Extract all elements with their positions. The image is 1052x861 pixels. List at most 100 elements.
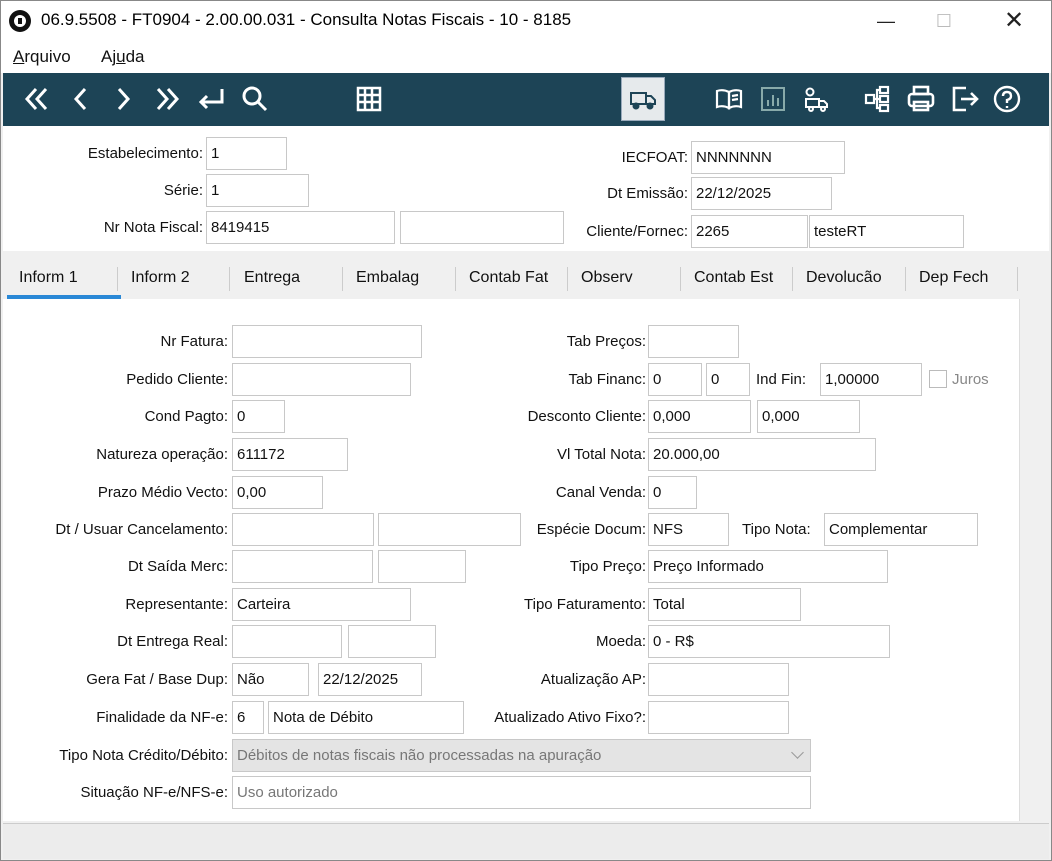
serie-field[interactable]: 1: [206, 174, 309, 207]
tab-precos-label: Tab Preços:: [566, 333, 646, 350]
tab-contab-fat[interactable]: Contab Fat: [469, 269, 548, 287]
tab-inform-1[interactable]: Inform 1: [19, 269, 78, 287]
exit-icon: [952, 86, 979, 112]
repres-field[interactable]: Carteira: [232, 588, 411, 621]
report-button[interactable]: [755, 81, 791, 117]
delivery-button[interactable]: [621, 77, 665, 121]
nr-fatura-field[interactable]: [232, 325, 422, 358]
cancel-user-field[interactable]: [378, 513, 521, 546]
situacao-label: Situação NF-e/NFS-e:: [80, 784, 228, 801]
moeda-field[interactable]: 0 - R$: [648, 625, 890, 658]
search-icon: [242, 86, 268, 112]
tipo-nota-label: Tipo Nota:: [742, 521, 811, 538]
especie-field[interactable]: NFS: [648, 513, 729, 546]
return-arrow-icon: [198, 89, 224, 110]
manual-button[interactable]: [711, 81, 747, 117]
tab-separator: [229, 267, 230, 291]
dt-emissao-field[interactable]: 22/12/2025: [691, 177, 832, 210]
tipo-preco-label: Tipo Preço:: [569, 558, 646, 575]
tab-financ-label: Tab Financ:: [568, 371, 646, 388]
cond-field[interactable]: 0: [232, 400, 285, 433]
tipo-nota-field[interactable]: Complementar: [824, 513, 978, 546]
previous-record-button[interactable]: [63, 81, 99, 117]
tab-devolucao[interactable]: Devolucão: [806, 269, 882, 287]
pedido-label: Pedido Cliente:: [126, 371, 228, 388]
canal-label: Canal Venda:: [555, 484, 646, 501]
atual-ativo-label: Atualizado Ativo Fixo?:: [494, 709, 646, 726]
desconto-field-2[interactable]: 0,000: [757, 400, 860, 433]
tab-entrega[interactable]: Entrega: [244, 269, 300, 287]
ind-fin-field[interactable]: 1,00000: [820, 363, 922, 396]
prazo-label: Prazo Médio Vecto:: [97, 484, 228, 501]
hierarchy-button[interactable]: [859, 81, 895, 117]
cancel-label: Dt / Usuar Cancelamento:: [55, 521, 228, 538]
tab-precos-field[interactable]: [648, 325, 739, 358]
tab-financ-field-2[interactable]: 0: [706, 363, 750, 396]
natureza-field[interactable]: 611172: [232, 438, 348, 471]
desconto-label: Desconto Cliente:: [527, 408, 646, 425]
base-dup-field[interactable]: 22/12/2025: [318, 663, 422, 696]
cliente-code-field[interactable]: 2265: [691, 215, 808, 248]
atual-ap-label: Atualização AP:: [540, 671, 646, 688]
prazo-field[interactable]: 0,00: [232, 476, 323, 509]
first-record-button[interactable]: [19, 81, 55, 117]
vl-total-field[interactable]: 20.000,00: [648, 438, 876, 471]
finalidade-desc-field[interactable]: Nota de Débito: [268, 701, 464, 734]
situacao-field[interactable]: Uso autorizado: [232, 776, 811, 809]
cliente-name-field[interactable]: testeRT: [809, 215, 964, 248]
close-button[interactable]: ✕: [991, 1, 1037, 41]
minimize-button[interactable]: —: [863, 1, 909, 41]
chevron-down-icon: [791, 746, 804, 759]
route-button[interactable]: [799, 81, 835, 117]
estabelecimento-field[interactable]: 1: [206, 137, 287, 170]
finalidade-code-field[interactable]: 6: [232, 701, 264, 734]
canal-field[interactable]: 0: [648, 476, 697, 509]
chevron-right-icon: [117, 87, 131, 111]
saida-date-field[interactable]: [232, 550, 373, 583]
tab-contab-est[interactable]: Contab Est: [694, 269, 773, 287]
tab-separator: [455, 267, 456, 291]
maximize-button[interactable]: ☐: [921, 1, 967, 41]
next-record-button[interactable]: [105, 81, 141, 117]
saida-time-field[interactable]: [378, 550, 466, 583]
tab-inform-2[interactable]: Inform 2: [131, 269, 190, 287]
entrega-date-field[interactable]: [232, 625, 342, 658]
menu-bar: Arquivo Ajuda: [1, 41, 1051, 73]
tab-embalag[interactable]: Embalag: [356, 269, 419, 287]
last-record-button[interactable]: [149, 81, 185, 117]
grid-button[interactable]: [351, 81, 387, 117]
tipo-cred-select[interactable]: Débitos de notas fiscais não processadas…: [232, 739, 811, 772]
goto-button[interactable]: [193, 81, 229, 117]
tipo-preco-field[interactable]: Preço Informado: [648, 550, 888, 583]
iecfoat-field[interactable]: NNNNNNN: [691, 141, 845, 174]
tipo-fat-field[interactable]: Total: [648, 588, 801, 621]
tipo-fat-label: Tipo Faturamento:: [524, 596, 646, 613]
juros-checkbox[interactable]: [929, 370, 947, 388]
vl-total-label: Vl Total Nota:: [557, 446, 646, 463]
title-bar: 06.9.5508 - FT0904 - 2.00.00.031 - Consu…: [1, 1, 1051, 41]
entrega-time-field[interactable]: [348, 625, 436, 658]
tab-observ[interactable]: Observ: [581, 269, 633, 287]
iecfoat-label: IECFOAT:: [621, 149, 688, 166]
tab-financ-field-1[interactable]: 0: [648, 363, 702, 396]
nr-fatura-label: Nr Fatura:: [160, 333, 228, 350]
gerafat-field[interactable]: Não: [232, 663, 309, 696]
status-bar: [3, 823, 1049, 859]
atual-ap-field[interactable]: [648, 663, 789, 696]
nr-nota-extra-field[interactable]: [400, 211, 564, 244]
open-book-icon: [715, 89, 743, 110]
desconto-field-1[interactable]: 0,000: [648, 400, 751, 433]
help-button[interactable]: [989, 81, 1025, 117]
cancel-date-field[interactable]: [232, 513, 374, 546]
menu-ajuda[interactable]: Ajuda: [101, 47, 145, 67]
atual-ativo-field[interactable]: [648, 701, 789, 734]
tab-separator: [792, 267, 793, 291]
menu-arquivo[interactable]: Arquivo: [13, 47, 71, 67]
pedido-field[interactable]: [232, 363, 411, 396]
cliente-label: Cliente/Fornec:: [586, 223, 688, 240]
search-button[interactable]: [237, 81, 273, 117]
tab-dep-fech[interactable]: Dep Fech: [919, 269, 988, 287]
nr-nota-field[interactable]: 8419415: [206, 211, 395, 244]
print-button[interactable]: [903, 81, 939, 117]
exit-button[interactable]: [947, 81, 983, 117]
